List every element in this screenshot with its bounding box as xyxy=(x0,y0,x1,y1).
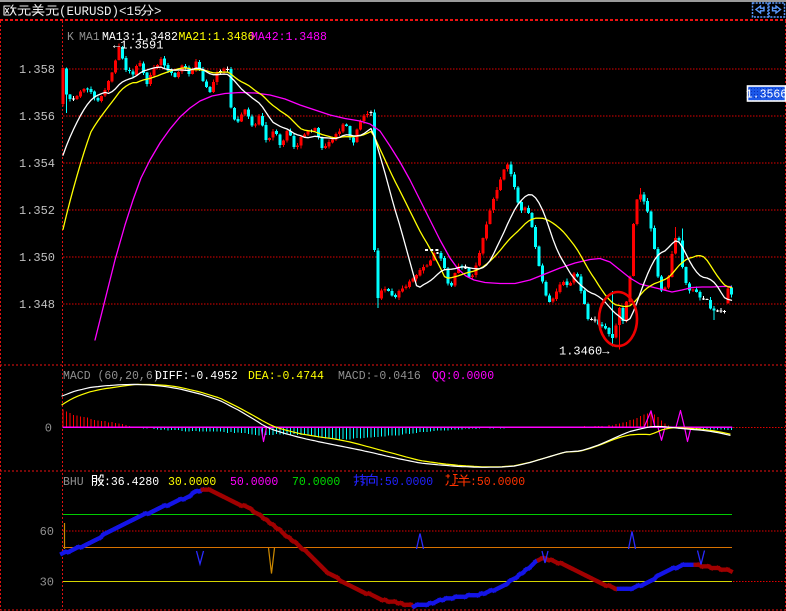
svg-text:1.350: 1.350 xyxy=(19,251,55,265)
svg-text:1.3460→: 1.3460→ xyxy=(559,345,610,359)
svg-text:50.0000: 50.0000 xyxy=(230,476,278,489)
svg-text:1.354: 1.354 xyxy=(19,157,55,171)
svg-text:1.358: 1.358 xyxy=(19,63,55,77)
svg-text:>: > xyxy=(154,5,162,19)
svg-text::36.4280: :36.4280 xyxy=(104,476,159,489)
svg-text:MACD:-0.0416: MACD:-0.0416 xyxy=(338,370,421,383)
svg-text:DEA:-0.4744: DEA:-0.4744 xyxy=(248,370,324,383)
svg-text:MA1: MA1 xyxy=(79,31,100,44)
svg-text:0: 0 xyxy=(45,422,52,436)
svg-text:1.3566: 1.3566 xyxy=(746,89,786,102)
svg-text:30.0000: 30.0000 xyxy=(168,476,216,489)
svg-text:MA21:1.3486: MA21:1.3486 xyxy=(179,31,255,44)
svg-text:1.356: 1.356 xyxy=(19,110,55,124)
svg-text:70.0000: 70.0000 xyxy=(292,476,340,489)
svg-text:QQ:0.0000: QQ:0.0000 xyxy=(432,370,494,383)
svg-text:BHU: BHU xyxy=(63,476,84,489)
svg-text:K: K xyxy=(67,31,74,44)
svg-text:30: 30 xyxy=(40,576,54,590)
svg-text:(EURUSD)<15: (EURUSD)<15 xyxy=(59,5,142,19)
svg-text:1.352: 1.352 xyxy=(19,204,55,218)
svg-text:MA42:1.3488: MA42:1.3488 xyxy=(251,31,327,44)
svg-text:MACD (60,20,6): MACD (60,20,6) xyxy=(63,370,160,383)
svg-text::50.0000: :50.0000 xyxy=(378,476,433,489)
svg-text:DIFF:-0.4952: DIFF:-0.4952 xyxy=(155,370,238,383)
svg-text::50.0000: :50.0000 xyxy=(470,476,525,489)
svg-text:←1.3591: ←1.3591 xyxy=(113,39,163,53)
svg-text:1.348: 1.348 xyxy=(19,298,55,312)
svg-text:60: 60 xyxy=(40,525,54,539)
